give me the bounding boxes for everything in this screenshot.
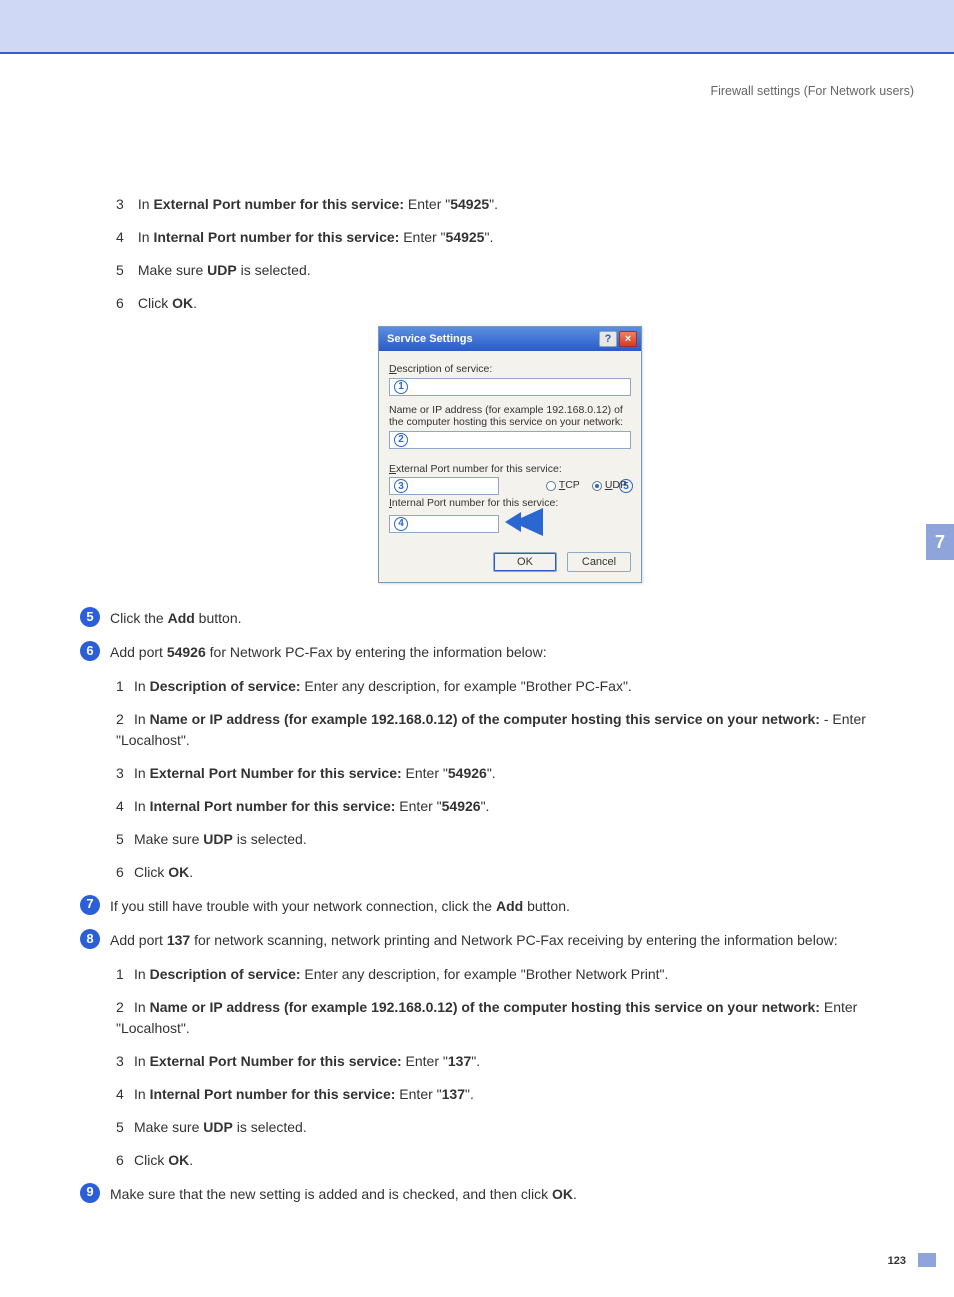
page-number: 123 — [888, 1255, 906, 1267]
step6-sub-1: 1In Description of service: Enter any de… — [116, 676, 904, 697]
sub-4: 4 In Internal Port number for this servi… — [116, 227, 904, 248]
sub-5: 5 Make sure UDP is selected. — [116, 260, 904, 281]
header-title: Firewall settings (For Network users) — [710, 84, 914, 98]
step6-sub-5: 5Make sure UDP is selected. — [116, 829, 904, 850]
desc-input[interactable]: 1 — [389, 378, 631, 396]
content: 3 In External Port number for this servi… — [0, 54, 954, 1297]
step6-sub-3: 3In External Port Number for this servic… — [116, 763, 904, 784]
ip-input[interactable]: 2 — [389, 431, 631, 449]
step-9: 9 Make sure that the new setting is adde… — [80, 1183, 904, 1205]
service-settings-dialog: Service Settings ? × Description of serv… — [378, 326, 642, 583]
ext-label: External Port number for this service: — [389, 463, 619, 476]
arrow-icon — [499, 512, 539, 536]
step-5: 5 Click the Add button. — [80, 607, 904, 629]
help-button[interactable]: ? — [599, 331, 617, 347]
step8-sub-4: 4In Internal Port number for this servic… — [116, 1084, 904, 1105]
sub-6: 6 Click OK. — [116, 293, 904, 314]
step8-sub-6: 6Click OK. — [116, 1150, 904, 1171]
top-band — [0, 0, 954, 54]
dialog-titlebar: Service Settings ? × — [379, 327, 641, 351]
page-number-bar — [918, 1253, 936, 1267]
step-7: 7 If you still have trouble with your ne… — [80, 895, 904, 917]
step8-sub-1: 1In Description of service: Enter any de… — [116, 964, 904, 985]
step6-sub-2: 2In Name or IP address (for example 192.… — [116, 709, 904, 751]
ip-label: Name or IP address (for example 192.168.… — [389, 404, 631, 429]
tcp-radio[interactable]: TCP — [546, 479, 580, 491]
close-button[interactable]: × — [619, 331, 637, 347]
dialog-title: Service Settings — [387, 333, 473, 345]
step8-sub-2: 2In Name or IP address (for example 192.… — [116, 997, 904, 1039]
ext-input[interactable]: 3 — [389, 477, 499, 495]
step6-sub-6: 6Click OK. — [116, 862, 904, 883]
sub-3: 3 In External Port number for this servi… — [116, 194, 904, 215]
step-6: 6 Add port 54926 for Network PC-Fax by e… — [80, 641, 904, 663]
udp-radio[interactable]: UDP — [592, 479, 627, 491]
step8-sub-3: 3In External Port Number for this servic… — [116, 1051, 904, 1072]
step-8: 8 Add port 137 for network scanning, net… — [80, 929, 904, 951]
ok-button[interactable]: OK — [493, 552, 557, 572]
step8-sub-5: 5Make sure UDP is selected. — [116, 1117, 904, 1138]
desc-label: Description of service: — [389, 363, 631, 376]
chapter-tab: 7 — [926, 524, 954, 560]
step6-sub-4: 4In Internal Port number for this servic… — [116, 796, 904, 817]
int-input[interactable]: 4 — [389, 515, 499, 533]
cancel-button[interactable]: Cancel — [567, 552, 631, 572]
